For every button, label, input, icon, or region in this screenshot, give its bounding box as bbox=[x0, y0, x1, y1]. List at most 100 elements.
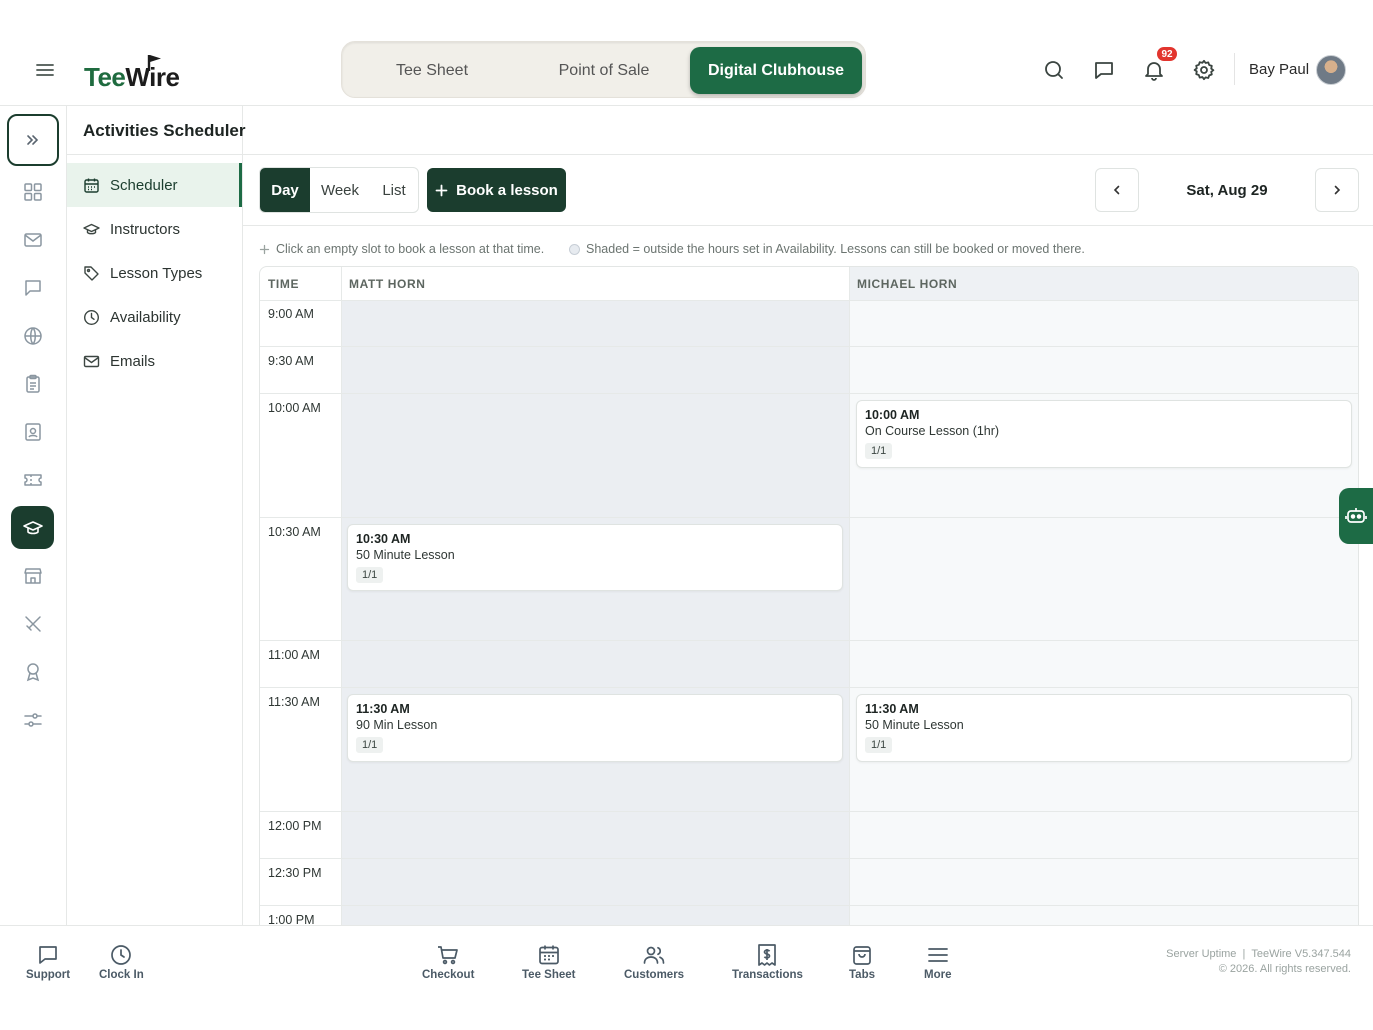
time-slot-label: 11:30 AM bbox=[268, 695, 320, 709]
footer-nav-label: Tabs bbox=[849, 969, 875, 981]
toolbar-divider bbox=[243, 225, 1373, 226]
row-divider bbox=[260, 517, 1358, 518]
footer-nav-label: Transactions bbox=[732, 969, 803, 981]
globe-icon[interactable] bbox=[22, 325, 44, 347]
shaded-legend-hint: Shaded = outside the hours set in Availa… bbox=[569, 242, 1085, 256]
view-day-button[interactable]: Day bbox=[260, 168, 310, 212]
app-tab-point-of-sale[interactable]: Point of Sale bbox=[519, 47, 689, 94]
time-slot-label: 12:00 PM bbox=[268, 819, 322, 833]
sidebar-item-availability[interactable]: Availability bbox=[67, 295, 242, 339]
footer-nav-checkout[interactable]: Checkout bbox=[422, 943, 474, 981]
current-date[interactable]: Sat, Aug 29 bbox=[1139, 168, 1315, 212]
hamburger-menu-icon[interactable] bbox=[34, 59, 56, 81]
lesson-time: 10:00 AM bbox=[865, 408, 920, 422]
tag-icon bbox=[83, 265, 100, 282]
message-square-icon bbox=[36, 943, 60, 967]
lesson-card[interactable]: 11:30 AM 50 Minute Lesson 1/1 bbox=[856, 694, 1352, 762]
expand-sidebar-icon[interactable] bbox=[7, 114, 59, 166]
app-tab-digital-clubhouse[interactable]: Digital Clubhouse bbox=[690, 47, 862, 94]
chat-icon[interactable] bbox=[1092, 58, 1116, 82]
sliders-icon[interactable] bbox=[22, 709, 44, 731]
click-slot-hint: Click an empty slot to book a lesson at … bbox=[259, 242, 544, 256]
lesson-name: 50 Minute Lesson bbox=[865, 718, 964, 732]
footer-nav-transactions[interactable]: Transactions bbox=[732, 943, 803, 981]
teewire-logo[interactable]: Tee Wire bbox=[84, 53, 180, 93]
lesson-card[interactable]: 10:00 AM On Course Lesson (1hr) 1/1 bbox=[856, 400, 1352, 468]
bottom-toolbar: Support Clock In Checkout Tee Sheet Cust… bbox=[0, 925, 1373, 995]
footer-nav-label: More bbox=[924, 969, 952, 981]
lesson-name: 90 Min Lesson bbox=[356, 718, 438, 732]
bottom-strip bbox=[0, 995, 1373, 1030]
sidebar-item-emails[interactable]: Emails bbox=[67, 339, 242, 383]
utensils-icon[interactable] bbox=[22, 613, 44, 635]
receipt-icon bbox=[755, 943, 779, 967]
sidebar-item-label: Emails bbox=[110, 352, 156, 370]
lesson-card[interactable]: 11:30 AM 90 Min Lesson 1/1 bbox=[347, 694, 843, 762]
support-label: Support bbox=[26, 969, 71, 981]
graduation-cap-icon[interactable] bbox=[22, 517, 44, 539]
lesson-card[interactable]: 10:30 AM 50 Minute Lesson 1/1 bbox=[347, 524, 843, 591]
prev-day-button[interactable] bbox=[1095, 168, 1139, 212]
footer-nav-label: Checkout bbox=[422, 969, 475, 981]
book-lesson-button[interactable]: Book a lesson bbox=[427, 168, 566, 212]
top-header: Tee Wire Tee Sheet Point of Sale Digital … bbox=[0, 0, 1373, 106]
clock-in-button[interactable]: Clock In bbox=[99, 943, 144, 981]
ticket-icon[interactable] bbox=[22, 469, 44, 491]
users-icon bbox=[642, 943, 666, 967]
assistant-chat-button[interactable] bbox=[1339, 488, 1373, 544]
award-icon[interactable] bbox=[22, 661, 44, 683]
sidebar-item-lesson-types[interactable]: Lesson Types bbox=[67, 251, 242, 295]
lesson-capacity-badge: 1/1 bbox=[865, 443, 893, 459]
footer-meta: Server Uptime | TeeWire V5.347.544 © 202… bbox=[1166, 947, 1351, 977]
lesson-time: 11:30 AM bbox=[865, 702, 919, 716]
footer-separator: | bbox=[1239, 948, 1249, 960]
store-icon[interactable] bbox=[22, 565, 44, 587]
app-switcher: Tee Sheet Point of Sale Digital Clubhous… bbox=[341, 41, 866, 98]
view-list-button[interactable]: List bbox=[370, 168, 418, 212]
footer-nav-label: Customers bbox=[624, 969, 685, 981]
icon-rail bbox=[0, 106, 67, 926]
footer-nav-tabs[interactable]: Tabs bbox=[849, 943, 875, 981]
plus-icon bbox=[435, 184, 448, 197]
time-column-header: TIME bbox=[268, 276, 300, 291]
clipboard-icon[interactable] bbox=[22, 373, 44, 395]
column-divider bbox=[341, 267, 342, 926]
view-toggle: Day Week List bbox=[259, 167, 419, 213]
shaded-swatch-icon bbox=[569, 243, 580, 255]
calendar-icon bbox=[537, 943, 561, 967]
footer-nav-more[interactable]: More bbox=[924, 943, 951, 981]
gear-icon[interactable] bbox=[1192, 58, 1216, 82]
row-divider bbox=[260, 640, 1358, 641]
mail-icon bbox=[83, 353, 100, 370]
chevron-left-icon bbox=[1111, 184, 1123, 196]
time-slot-label: 12:30 PM bbox=[268, 866, 322, 880]
server-uptime-link[interactable]: Server Uptime bbox=[1166, 948, 1236, 960]
logo-flag-icon bbox=[146, 54, 164, 72]
shaded-legend-text: Shaded = outside the hours set in Availa… bbox=[586, 242, 1085, 256]
book-lesson-label: Book a lesson bbox=[456, 181, 558, 199]
mail-icon[interactable] bbox=[22, 229, 44, 251]
search-icon[interactable] bbox=[1042, 58, 1066, 82]
lesson-capacity-badge: 1/1 bbox=[865, 737, 893, 753]
dashboard-icon[interactable] bbox=[22, 181, 44, 203]
robot-icon bbox=[1344, 504, 1368, 528]
sidebar-item-instructors[interactable]: Instructors bbox=[67, 207, 242, 251]
id-badge-icon[interactable] bbox=[22, 421, 44, 443]
footer-nav-customers[interactable]: Customers bbox=[624, 943, 684, 981]
lesson-name: On Course Lesson (1hr) bbox=[865, 424, 1000, 438]
next-day-button[interactable] bbox=[1315, 168, 1359, 212]
bag-icon bbox=[850, 943, 874, 967]
row-divider bbox=[260, 905, 1358, 906]
message-icon[interactable] bbox=[22, 277, 44, 299]
footer-nav-tee-sheet[interactable]: Tee Sheet bbox=[522, 943, 575, 981]
view-week-button[interactable]: Week bbox=[310, 168, 370, 212]
clock-icon bbox=[83, 309, 100, 326]
support-button[interactable]: Support bbox=[26, 943, 70, 981]
app-version: TeeWire V5.347.544 bbox=[1251, 948, 1351, 960]
instructor-column-header-michael-horn: MICHAEL HORN bbox=[857, 276, 958, 291]
avatar[interactable] bbox=[1316, 55, 1346, 85]
user-name[interactable]: Bay Paul bbox=[1249, 61, 1309, 78]
sidebar-item-scheduler[interactable]: Scheduler bbox=[67, 163, 242, 207]
app-tab-tee-sheet[interactable]: Tee Sheet bbox=[347, 47, 517, 94]
row-divider bbox=[260, 687, 1358, 688]
